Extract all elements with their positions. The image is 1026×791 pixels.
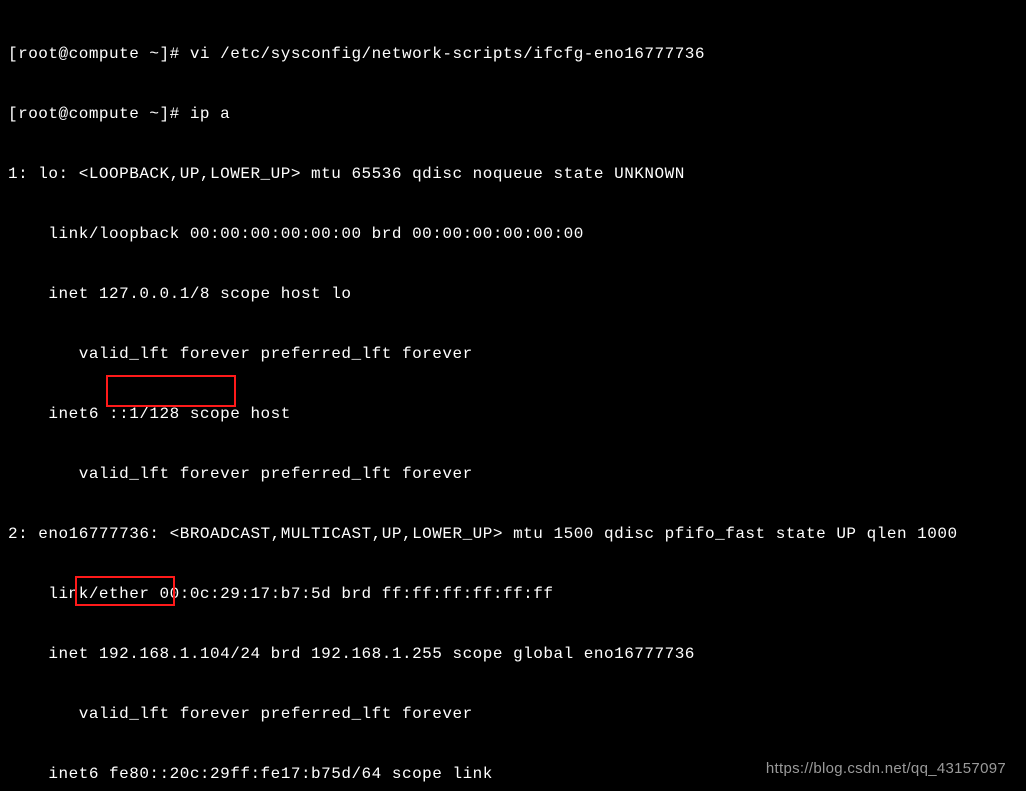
prompt-line-ipa: [root@compute ~]# ip a — [8, 104, 1018, 124]
output-lo-link: link/loopback 00:00:00:00:00:00 brd 00:0… — [8, 224, 1018, 244]
terminal-window[interactable]: [root@compute ~]# vi /etc/sysconfig/netw… — [0, 0, 1026, 791]
output-lo-valid2: valid_lft forever preferred_lft forever — [8, 464, 1018, 484]
output-lo-header: 1: lo: <LOOPBACK,UP,LOWER_UP> mtu 65536 … — [8, 164, 1018, 184]
output-lo-inet6: inet6 ::1/128 scope host — [8, 404, 1018, 424]
watermark-text: https://blog.csdn.net/qq_43157097 — [766, 759, 1006, 779]
highlight-box-bootproto — [106, 375, 236, 407]
output-eno1-inet: inet 192.168.1.104/24 brd 192.168.1.255 … — [8, 644, 1018, 664]
prompt-line-vi-1: [root@compute ~]# vi /etc/sysconfig/netw… — [8, 44, 1018, 64]
output-eno1-valid1: valid_lft forever preferred_lft forever — [8, 704, 1018, 724]
output-eno1-link: link/ether 00:0c:29:17:b7:5d brd ff:ff:f… — [8, 584, 1018, 604]
output-lo-valid1: valid_lft forever preferred_lft forever — [8, 344, 1018, 364]
output-eno1-header: 2: eno16777736: <BROADCAST,MULTICAST,UP,… — [8, 524, 1018, 544]
output-lo-inet: inet 127.0.0.1/8 scope host lo — [8, 284, 1018, 304]
